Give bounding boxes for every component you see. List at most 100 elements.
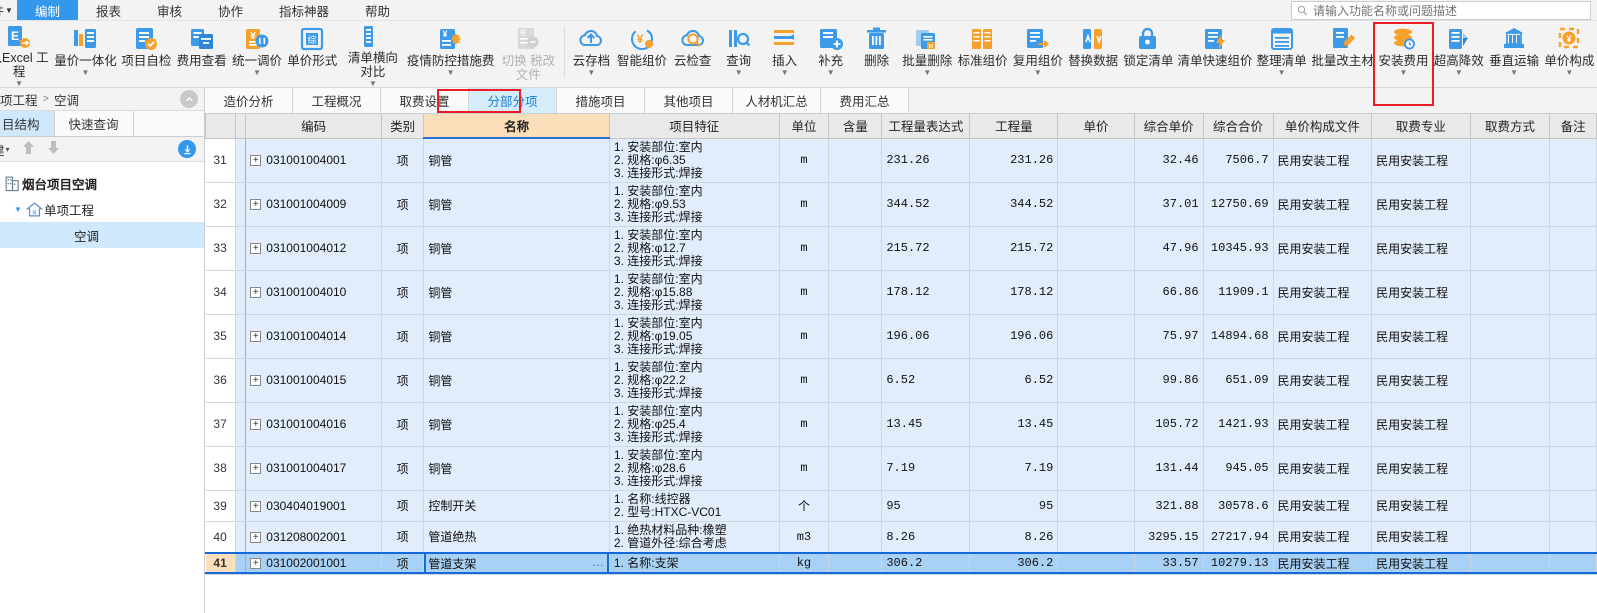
cell-feature[interactable]: 1. 绝热材料品种:橡塑 2. 管道外径:综合考虑 <box>608 520 780 553</box>
cell-comp_unit_price[interactable]: 32.46 <box>1133 137 1204 183</box>
cell-content[interactable] <box>828 225 883 271</box>
cell-fee_major[interactable]: 民用安装工程 <box>1371 357 1471 403</box>
chevron-down-icon[interactable]: ▼ <box>369 80 377 88</box>
cell-fee_major[interactable]: 民用安装工程 <box>1371 445 1471 491</box>
cell-comp_total_price[interactable]: 7506.7 <box>1202 137 1274 183</box>
cell-comp_total_price[interactable]: 1421.93 <box>1202 401 1274 447</box>
column-header-idx[interactable] <box>205 114 236 139</box>
column-header-category[interactable]: 类别 <box>380 114 425 139</box>
tab-1[interactable]: 工程概况 <box>293 88 381 113</box>
cell-code[interactable]: +030404019001 <box>245 489 382 522</box>
column-header-code[interactable]: 编码 <box>245 114 382 139</box>
chevron-down-icon[interactable]: ▼ <box>14 205 26 214</box>
cell-remark[interactable] <box>1549 357 1597 403</box>
column-header-comp_unit_price[interactable]: 综合单价 <box>1133 114 1204 139</box>
cell-price_file[interactable]: 民用安装工程 <box>1272 313 1373 359</box>
cell-feature[interactable]: 1. 安装部位:室内 2. 规格:φ15.88 3. 连接形式:焊接 <box>608 269 780 315</box>
ribbon-button-26[interactable]: 垂直运输 ▼ <box>1486 21 1541 88</box>
tab-3[interactable]: 分部分项 <box>469 88 557 113</box>
cell-feature[interactable]: 1. 安装部位:室内 2. 规格:φ19.05 3. 连接形式:焊接 <box>608 313 780 359</box>
chevron-down-icon[interactable]: ▼ <box>923 69 931 77</box>
data-grid-container[interactable]: 编码 类别 名称 项目特征 单位 含量 工程量表达式 工程量 单价 综合单价 综合合价 单价构成文件 取… <box>205 114 1597 613</box>
column-header-remark[interactable]: 备注 <box>1549 114 1597 139</box>
cell-category[interactable]: 项 <box>380 181 425 227</box>
cell-category[interactable]: 项 <box>380 551 425 575</box>
cell-fee_method[interactable] <box>1469 269 1551 315</box>
menu-item-0[interactable]: 编制 <box>16 0 78 20</box>
column-header-fee_major[interactable]: 取费专业 <box>1371 114 1471 139</box>
cell-remark[interactable] <box>1549 225 1597 271</box>
chevron-down-icon[interactable]: ▼ <box>1400 69 1408 77</box>
cell-unit_price[interactable] <box>1057 181 1135 227</box>
cell-unit[interactable]: m <box>778 225 830 271</box>
cell-code[interactable]: +031208002001 <box>245 520 382 553</box>
cell-remark[interactable] <box>1549 445 1597 491</box>
cell-remark[interactable] <box>1549 520 1597 553</box>
chevron-down-icon[interactable]: ▼ <box>1455 69 1463 77</box>
cell-comp_unit_price[interactable]: 33.57 <box>1133 551 1204 575</box>
cell-qty_expr[interactable]: 13.45 <box>881 401 971 447</box>
cell-content[interactable] <box>828 137 883 183</box>
cell-name[interactable]: 铜管 <box>423 357 610 403</box>
tab-6[interactable]: 人材机汇总 <box>733 88 821 113</box>
cell-content[interactable] <box>828 401 883 447</box>
chevron-down-icon[interactable]: ▼ <box>1510 69 1518 77</box>
chevron-down-icon[interactable]: ▼ <box>587 69 595 77</box>
cell-idx[interactable]: 34 <box>205 269 236 315</box>
expand-row-icon[interactable]: + <box>250 155 262 167</box>
cell-code[interactable]: +031001004016 <box>245 401 382 447</box>
cell-price_file[interactable]: 民用安装工程 <box>1272 137 1373 183</box>
cell-name[interactable]: … 管道支架 <box>423 551 610 575</box>
chevron-down-icon[interactable]: ▼ <box>253 69 261 77</box>
ribbon-button-11[interactable]: 云检查 <box>670 21 716 88</box>
cell-unit[interactable]: m <box>778 269 830 315</box>
chevron-down-icon[interactable]: ▼ <box>735 69 743 77</box>
expand-row-icon[interactable]: + <box>250 243 262 255</box>
cell-fee_major[interactable]: 民用安装工程 <box>1371 269 1471 315</box>
column-header-price_file[interactable]: 单价构成文件 <box>1272 114 1373 139</box>
cell-comp_total_price[interactable]: 14894.68 <box>1202 313 1274 359</box>
cell-comp_unit_price[interactable]: 3295.15 <box>1133 520 1204 553</box>
cell-name[interactable]: 铜管 <box>423 445 610 491</box>
cell-code[interactable]: +031001004010 <box>245 269 382 315</box>
chevron-down-icon[interactable]: ▼ <box>1565 69 1573 77</box>
cell-code[interactable]: +031001004001 <box>245 137 382 183</box>
ribbon-button-24[interactable]: 安装费用 ▼ <box>1376 21 1431 88</box>
cell-content[interactable] <box>828 551 883 575</box>
cell-fee_method[interactable] <box>1469 225 1551 271</box>
cell-content[interactable] <box>828 520 883 553</box>
cell-idx[interactable]: 37 <box>205 401 236 447</box>
ribbon-button-3[interactable]: 费用查看 <box>174 21 229 88</box>
cell-comp_unit_price[interactable]: 75.97 <box>1133 313 1204 359</box>
cell-qty_expr[interactable]: 8.26 <box>881 520 971 553</box>
cell-qty_expr[interactable]: 95 <box>881 489 971 522</box>
table-row[interactable]: 41 +031002001001 项 … 管道支架 1. 名称:支架 kg 306.2 306.… <box>205 551 1597 575</box>
cell-price_file[interactable]: 民用安装工程 <box>1272 551 1373 575</box>
expand-row-icon[interactable]: + <box>250 531 262 543</box>
cell-category[interactable]: 项 <box>380 401 425 447</box>
expand-row-icon[interactable]: + <box>250 463 262 475</box>
table-row[interactable]: 38 +031001004017 项 铜管 1. 安装部位:室内 2. 规格:φ28.6 3… <box>205 445 1597 491</box>
cell-category[interactable]: 项 <box>380 445 425 491</box>
column-header-unit[interactable]: 单位 <box>778 114 830 139</box>
tab-2[interactable]: 取费设置 <box>381 88 469 113</box>
table-row[interactable]: 35 +031001004014 项 铜管 1. 安装部位:室内 2. 规格:φ19.05… <box>205 313 1597 359</box>
cell-idx[interactable]: 33 <box>205 225 236 271</box>
expand-row-icon[interactable]: + <box>250 199 262 211</box>
ribbon-button-8[interactable]: 税切换 税改文件 <box>495 21 561 88</box>
ribbon-button-14[interactable]: 补充 ▼ <box>808 21 854 88</box>
ribbon-button-27[interactable]: ¥ 单价构成 ▼ <box>1542 21 1597 88</box>
cell-remark[interactable] <box>1549 489 1597 522</box>
chevron-down-icon[interactable]: ▼ <box>781 69 789 77</box>
cell-remark[interactable] <box>1549 551 1597 575</box>
menu-item-1[interactable]: 报表 <box>78 0 139 20</box>
download-button[interactable] <box>178 140 196 158</box>
global-search-box[interactable] <box>1291 1 1591 20</box>
cell-name[interactable]: 管道绝热 <box>423 520 610 553</box>
tab-4[interactable]: 措施项目 <box>557 88 645 113</box>
move-down-button[interactable] <box>47 140 60 158</box>
table-row[interactable]: 33 +031001004012 项 铜管 1. 安装部位:室内 2. 规格:φ12.7 3… <box>205 225 1597 271</box>
breadcrumb-parent[interactable]: 项工程 <box>0 90 38 109</box>
cell-qty[interactable]: 95 <box>969 489 1059 522</box>
column-header-name[interactable]: 名称 <box>423 114 610 139</box>
